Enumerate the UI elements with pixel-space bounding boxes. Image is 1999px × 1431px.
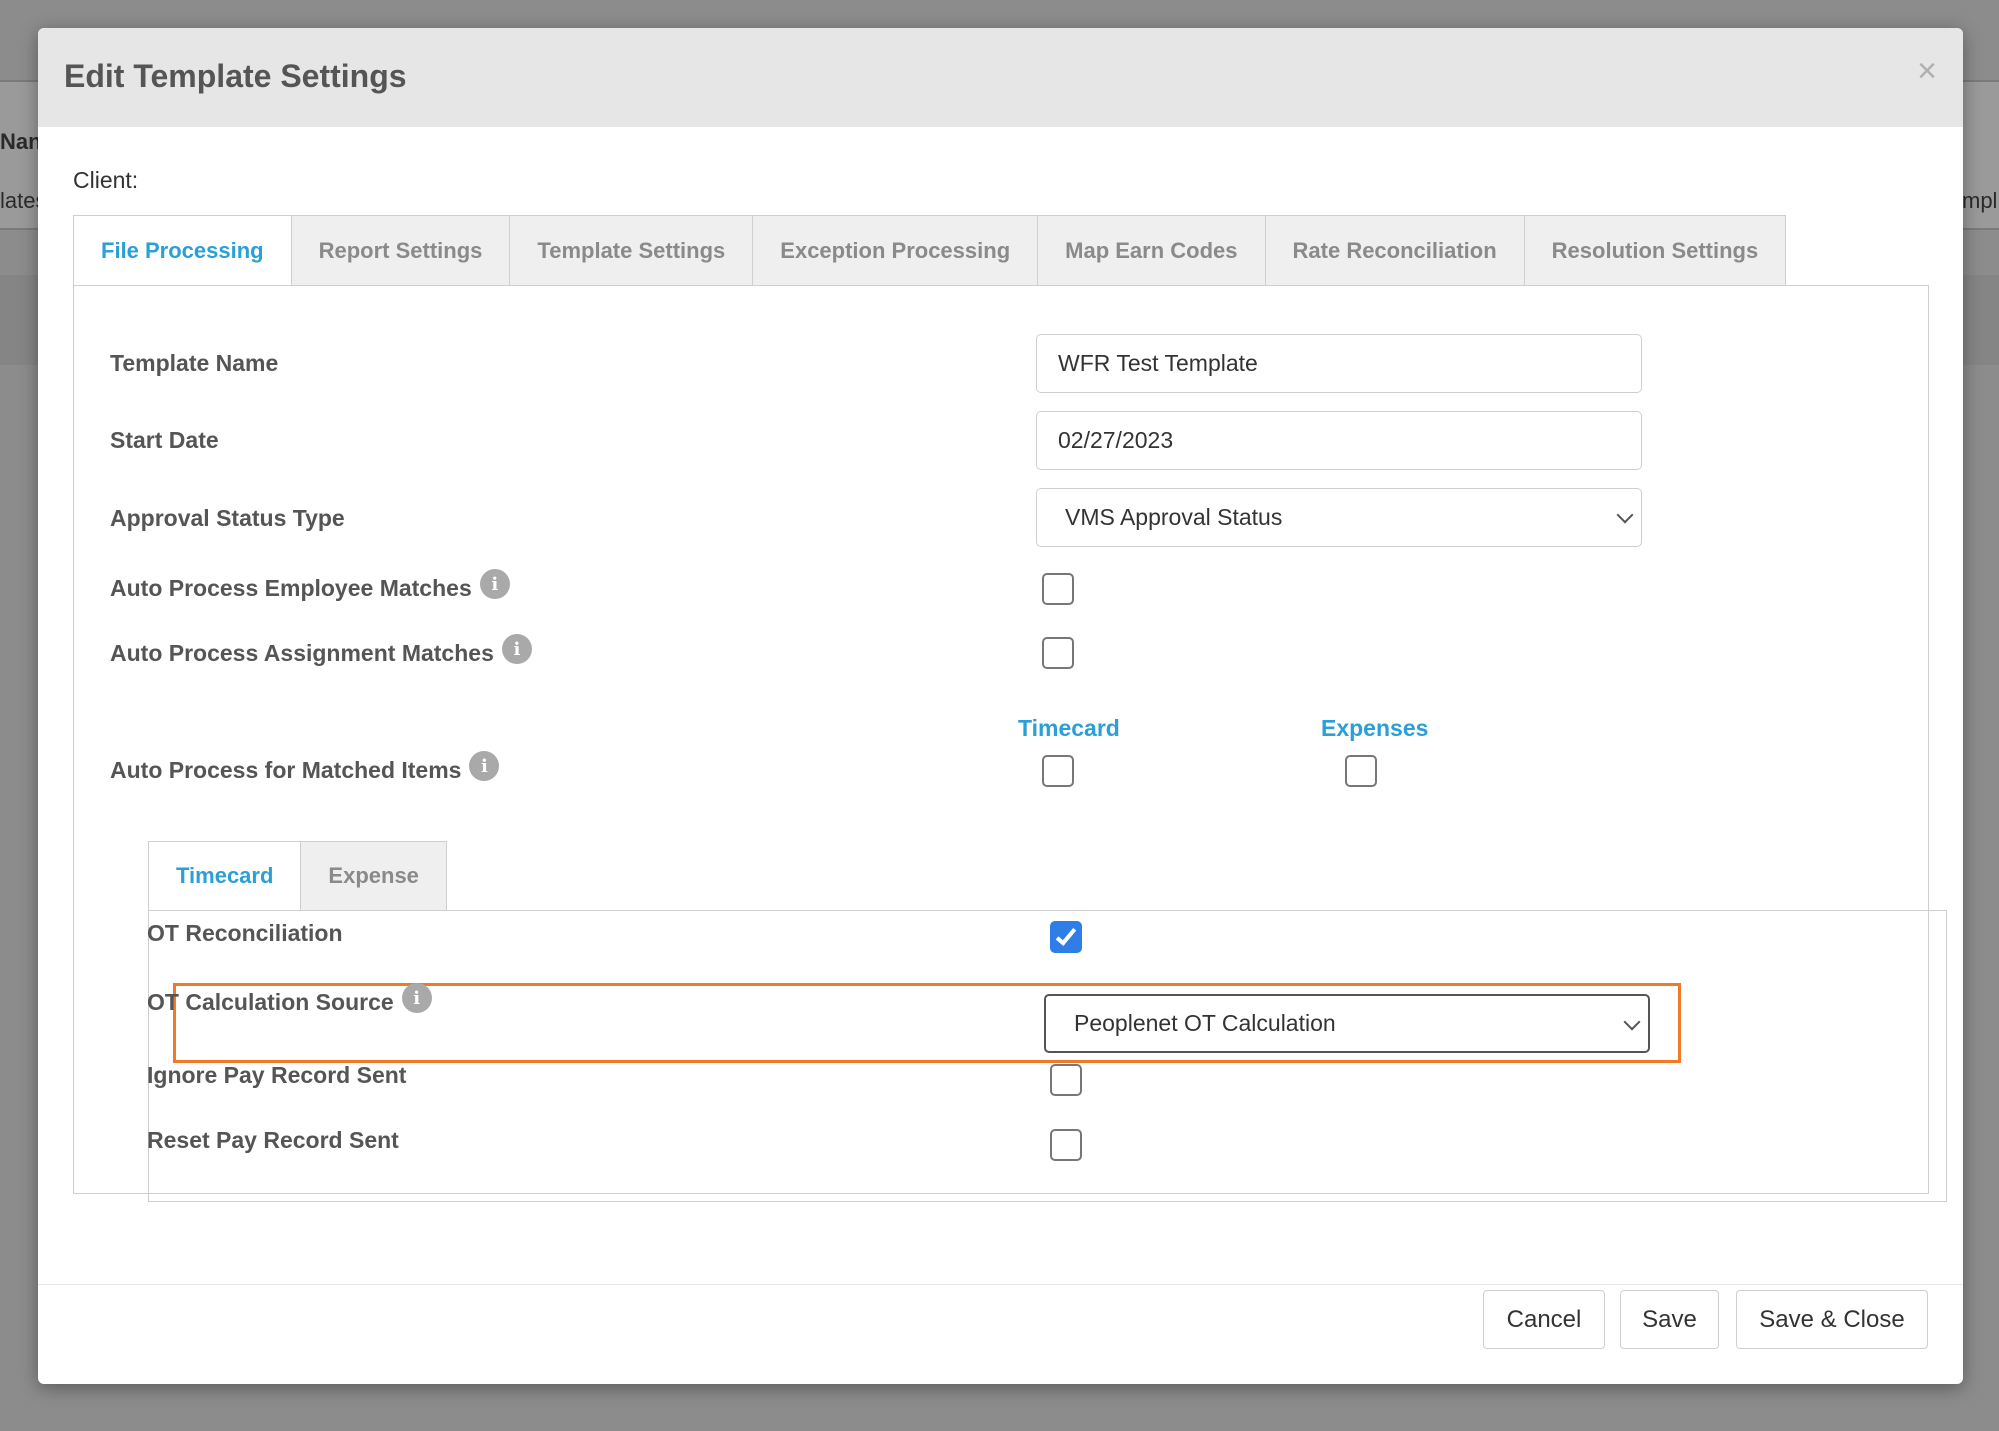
tab-report-settings[interactable]: Report Settings — [291, 215, 511, 286]
approval-status-label: Approval Status Type — [110, 505, 345, 531]
info-icon[interactable]: i — [469, 751, 500, 781]
subtab-expense[interactable]: Expense — [301, 841, 447, 911]
tab-file-processing[interactable]: File Processing — [73, 215, 292, 286]
close-icon[interactable]: × — [1917, 54, 1937, 88]
start-date-input[interactable] — [1036, 411, 1642, 470]
approval-status-select[interactable]: VMS Approval Status — [1036, 488, 1642, 547]
client-label: Client: — [73, 167, 139, 193]
edit-template-modal: Edit Template Settings × Client: File Pr… — [38, 28, 1963, 1384]
tab-map-earn-codes[interactable]: Map Earn Codes — [1038, 215, 1266, 286]
modal-header: Edit Template Settings × — [38, 28, 1963, 127]
info-icon[interactable]: i — [501, 634, 532, 664]
ot-reconciliation-checkbox[interactable] — [1050, 921, 1082, 953]
checkmark-icon — [1055, 924, 1077, 946]
auto-matched-label: Auto Process for Matched Items i — [110, 751, 500, 785]
expenses-column-header: Expenses — [1321, 715, 1429, 741]
info-icon[interactable]: i — [401, 983, 432, 1013]
template-name-input[interactable] — [1036, 334, 1642, 393]
cancel-button[interactable]: Cancel — [1483, 1290, 1605, 1349]
chevron-down-icon — [1616, 506, 1634, 524]
tab-rate-reconciliation[interactable]: Rate Reconciliation — [1265, 215, 1525, 286]
save-button[interactable]: Save — [1620, 1290, 1719, 1349]
reset-pay-checkbox[interactable] — [1050, 1129, 1082, 1161]
subtab-timecard[interactable]: Timecard — [148, 841, 302, 911]
template-name-label: Template Name — [110, 350, 279, 376]
auto-matched-timecard-checkbox[interactable] — [1042, 755, 1074, 787]
auto-employee-checkbox[interactable] — [1042, 573, 1074, 605]
auto-employee-label: Auto Process Employee Matches i — [110, 569, 510, 603]
ot-calc-source-label-text: OT Calculation Source — [147, 988, 394, 1015]
save-close-button[interactable]: Save & Close — [1736, 1290, 1928, 1349]
background-text: Nan — [0, 129, 42, 154]
chevron-down-icon — [1623, 1013, 1641, 1031]
info-icon[interactable]: i — [479, 569, 510, 599]
approval-status-value: VMS Approval Status — [1065, 504, 1283, 530]
tab-template-settings[interactable]: Template Settings — [510, 215, 754, 286]
ot-reconciliation-label: OT Reconciliation — [147, 920, 343, 946]
auto-matched-label-text: Auto Process for Matched Items — [110, 756, 462, 783]
auto-matched-expenses-checkbox[interactable] — [1345, 755, 1377, 787]
ot-calc-source-label: OT Calculation Source i — [147, 983, 432, 1017]
auto-employee-label-text: Auto Process Employee Matches — [110, 574, 472, 601]
reset-pay-label: Reset Pay Record Sent — [147, 1127, 399, 1153]
timecard-column-header: Timecard — [1018, 715, 1120, 741]
tab-exception-processing[interactable]: Exception Processing — [753, 215, 1039, 286]
ot-calc-source-value: Peoplenet OT Calculation — [1074, 1010, 1336, 1036]
auto-assignment-label: Auto Process Assignment Matches i — [110, 634, 532, 668]
main-tabs: File Processing Report Settings Template… — [73, 215, 1787, 286]
ignore-pay-label: Ignore Pay Record Sent — [147, 1062, 407, 1088]
footer-divider — [38, 1284, 1963, 1285]
background-text: mpl — [1962, 188, 1998, 213]
modal-title: Edit Template Settings — [64, 58, 407, 94]
ot-calc-source-select[interactable]: Peoplenet OT Calculation — [1044, 994, 1650, 1053]
sub-tabs: Timecard Expense — [148, 841, 447, 911]
ignore-pay-checkbox[interactable] — [1050, 1064, 1082, 1096]
tab-resolution-settings[interactable]: Resolution Settings — [1524, 215, 1787, 286]
auto-assignment-label-text: Auto Process Assignment Matches — [110, 639, 494, 666]
auto-assignment-checkbox[interactable] — [1042, 637, 1074, 669]
start-date-label: Start Date — [110, 427, 219, 453]
